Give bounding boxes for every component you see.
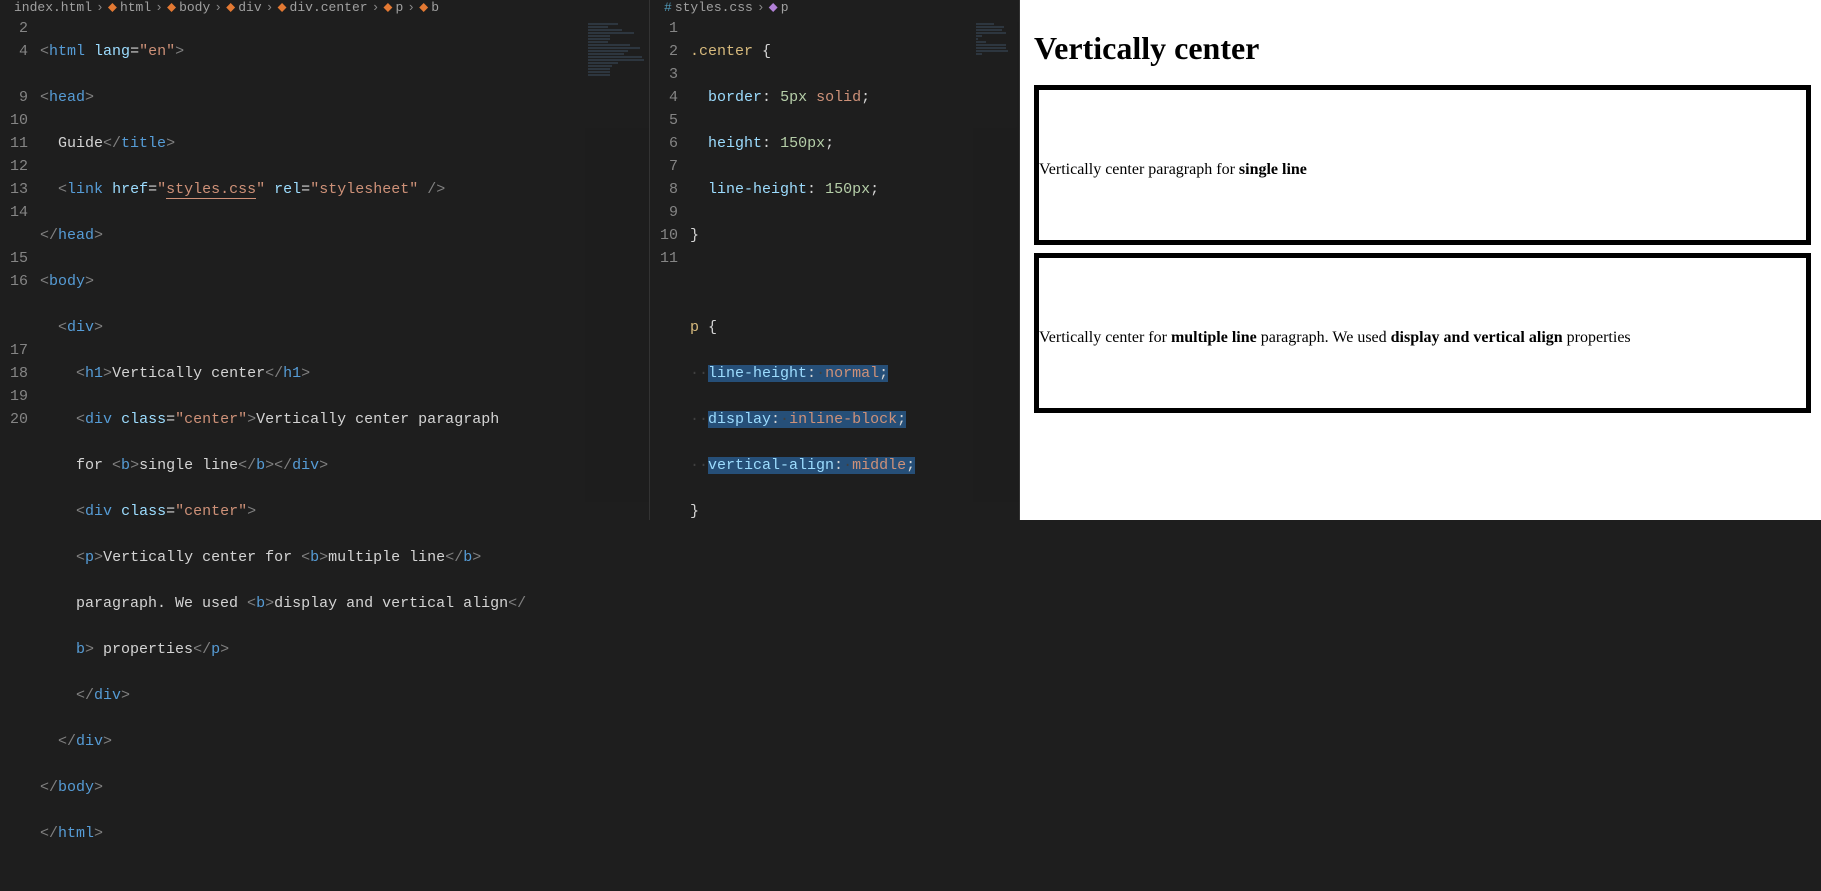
line-number: 12 [0, 155, 28, 178]
breadcrumb-b[interactable]: ⬥b [419, 0, 439, 15]
html-icon: ⬥ [419, 0, 428, 15]
html-icon: ⬥ [383, 0, 392, 15]
code-line[interactable]: Guide</title> [40, 132, 649, 155]
breadcrumb-body[interactable]: ⬥body [167, 0, 210, 15]
html-icon: ⬥ [167, 0, 176, 15]
breadcrumb-div[interactable]: ⬥div [226, 0, 262, 15]
code-line[interactable]: ··vertical-align:·middle; [690, 454, 1019, 477]
code-line[interactable] [690, 270, 1019, 293]
breadcrumb-div-center[interactable]: ⬥div.center [277, 0, 367, 15]
html-icon: ⬥ [226, 0, 235, 15]
code-line[interactable]: <head> [40, 86, 649, 109]
line-number [0, 316, 28, 339]
breadcrumb-left[interactable]: index.html › ⬥html › ⬥body › ⬥div › ⬥div… [0, 0, 649, 15]
line-number: 20 [0, 408, 28, 431]
code-line[interactable]: p { [690, 316, 1019, 339]
browser-preview: Vertically center Vertically center para… [1020, 0, 1821, 520]
code-line[interactable]: b> properties</p> [40, 638, 649, 661]
breadcrumb-sep: › [266, 0, 274, 15]
breadcrumb-p[interactable]: ⬥ p [769, 0, 789, 15]
code-line[interactable]: </body> [40, 776, 649, 799]
breadcrumb-file[interactable]: # styles.css [664, 0, 753, 15]
right-code-area[interactable]: 1 2 3 4 5 6 7 8 9 10 11 .center { border… [650, 15, 1019, 569]
code-line[interactable]: </div> [40, 730, 649, 753]
code-line[interactable]: <p>Vertically center for <b>multiple lin… [40, 546, 649, 569]
line-number: 4 [0, 40, 28, 63]
html-icon: ⬥ [108, 0, 117, 15]
code-line[interactable]: <html lang="en"> [40, 40, 649, 63]
code-line[interactable]: <div class="center">Vertically center pa… [40, 408, 649, 431]
line-number: 11 [0, 132, 28, 155]
breadcrumb-sep: › [407, 0, 415, 15]
line-number: 10 [0, 109, 28, 132]
line-number: 13 [0, 178, 28, 201]
line-number: 9 [0, 86, 28, 109]
preview-box-multi: Vertically center for multiple line para… [1034, 253, 1811, 413]
left-code[interactable]: <html lang="en"> <head> Guide</title> <l… [40, 15, 649, 891]
preview-heading: Vertically center [1034, 30, 1811, 67]
preview-text: Vertically center paragraph for single l… [1039, 161, 1307, 178]
code-line[interactable]: paragraph. We used <b>display and vertic… [40, 592, 649, 615]
breadcrumb-sep: › [96, 0, 104, 15]
breadcrumb-html[interactable]: ⬥html [108, 0, 151, 15]
line-number: 9 [650, 201, 678, 224]
code-line[interactable]: border: 5px solid; [690, 86, 1019, 109]
line-number [0, 224, 28, 247]
breadcrumb-file[interactable]: index.html [14, 0, 92, 15]
line-number: 8 [650, 178, 678, 201]
code-line[interactable]: height: 150px; [690, 132, 1019, 155]
code-line[interactable]: <body> [40, 270, 649, 293]
breadcrumb-right[interactable]: # styles.css › ⬥ p [650, 0, 1019, 15]
code-line[interactable]: ··display:·inline-block; [690, 408, 1019, 431]
right-editor-pane: # styles.css › ⬥ p 1 2 3 4 5 6 7 8 9 10 … [650, 0, 1020, 520]
code-line[interactable]: .center { [690, 40, 1019, 63]
html-icon: ⬥ [277, 0, 286, 15]
line-number: 15 [0, 247, 28, 270]
left-gutter: 2 4 9 10 11 12 13 14 15 16 17 18 19 20 [0, 15, 40, 891]
breadcrumb-sep: › [757, 0, 765, 15]
symbol-icon: ⬥ [769, 0, 778, 15]
line-number [0, 293, 28, 316]
line-number: 2 [650, 40, 678, 63]
line-number: 6 [650, 132, 678, 155]
right-gutter: 1 2 3 4 5 6 7 8 9 10 11 [650, 15, 690, 569]
line-number: 4 [650, 86, 678, 109]
preview-box-single: Vertically center paragraph for single l… [1034, 85, 1811, 245]
line-number: 11 [650, 247, 678, 270]
code-line[interactable]: <h1>Vertically center</h1> [40, 362, 649, 385]
right-minimap[interactable] [973, 22, 1019, 502]
code-line[interactable]: </div> [40, 684, 649, 707]
line-number: 5 [650, 109, 678, 132]
left-editor-pane: index.html › ⬥html › ⬥body › ⬥div › ⬥div… [0, 0, 650, 520]
code-line[interactable]: <div> [40, 316, 649, 339]
breadcrumb-sep: › [155, 0, 163, 15]
code-line[interactable]: ··line-height:·normal; [690, 362, 1019, 385]
code-line[interactable]: } [690, 224, 1019, 247]
code-line[interactable]: <link href="styles.css" rel="stylesheet"… [40, 178, 649, 201]
line-number: 2 [0, 17, 28, 40]
line-number: 7 [650, 155, 678, 178]
breadcrumb-p[interactable]: ⬥p [383, 0, 403, 15]
left-code-area[interactable]: 2 4 9 10 11 12 13 14 15 16 17 18 19 20 <… [0, 15, 649, 891]
line-number: 10 [650, 224, 678, 247]
line-number: 16 [0, 270, 28, 293]
right-code[interactable]: .center { border: 5px solid; height: 150… [690, 15, 1019, 569]
left-minimap[interactable] [585, 22, 649, 502]
line-number: 1 [650, 17, 678, 40]
line-number: 17 [0, 339, 28, 362]
line-number: 18 [0, 362, 28, 385]
line-number [0, 63, 28, 86]
line-number: 3 [650, 63, 678, 86]
line-number: 19 [0, 385, 28, 408]
code-line[interactable]: </html> [40, 822, 649, 845]
preview-paragraph: Vertically center for multiple line para… [1039, 329, 1631, 347]
breadcrumb-sep: › [214, 0, 222, 15]
css-icon: # [664, 0, 672, 15]
line-number: 14 [0, 201, 28, 224]
code-line[interactable]: for <b>single line</b></div> [40, 454, 649, 477]
code-line[interactable]: </head> [40, 224, 649, 247]
breadcrumb-sep: › [372, 0, 380, 15]
code-line[interactable]: line-height: 150px; [690, 178, 1019, 201]
